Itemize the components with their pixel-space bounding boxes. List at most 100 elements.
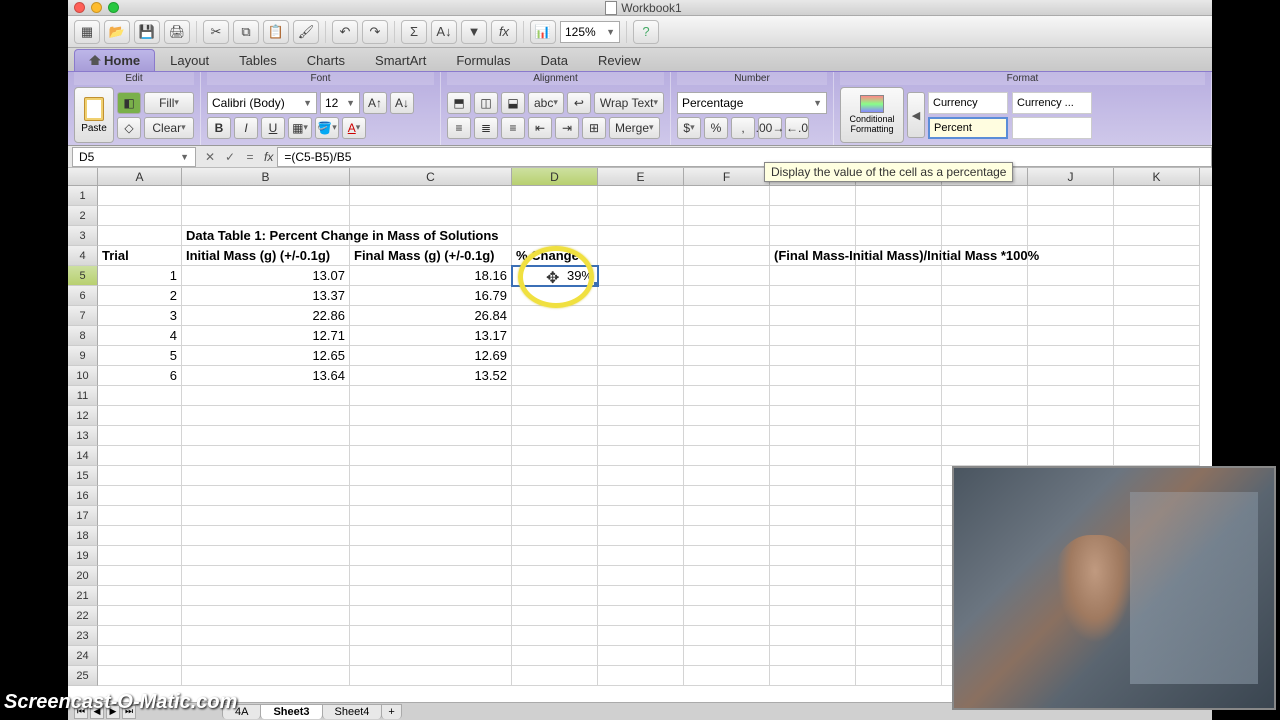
undo-button[interactable]: ↶	[332, 20, 358, 44]
cell-K2[interactable]	[1114, 206, 1200, 226]
cell-D15[interactable]	[512, 466, 598, 486]
col-header-e[interactable]: E	[598, 168, 684, 185]
cell-E4[interactable]	[598, 246, 684, 266]
cell-D24[interactable]	[512, 646, 598, 666]
cell-G12[interactable]	[770, 406, 856, 426]
autosum-button[interactable]: Σ	[401, 20, 427, 44]
cell-H22[interactable]	[856, 606, 942, 626]
cell-K11[interactable]	[1114, 386, 1200, 406]
cell-E13[interactable]	[598, 426, 684, 446]
cell-A4[interactable]: Trial	[98, 246, 182, 266]
cell-D18[interactable]	[512, 526, 598, 546]
row-header[interactable]: 3	[68, 226, 98, 246]
format-gallery-percent[interactable]: Percent	[928, 117, 1008, 139]
cell-B15[interactable]	[182, 466, 350, 486]
cell-B20[interactable]	[182, 566, 350, 586]
cell-A21[interactable]	[98, 586, 182, 606]
cell-J7[interactable]	[1028, 306, 1114, 326]
row-header[interactable]: 2	[68, 206, 98, 226]
cell-J1[interactable]	[1028, 186, 1114, 206]
row-header[interactable]: 23	[68, 626, 98, 646]
row-header[interactable]: 20	[68, 566, 98, 586]
fill-color-icon[interactable]: ◧	[117, 92, 141, 114]
row-header[interactable]: 14	[68, 446, 98, 466]
cell-C17[interactable]	[350, 506, 512, 526]
cell-D2[interactable]	[512, 206, 598, 226]
cell-H16[interactable]	[856, 486, 942, 506]
paste-button[interactable]: 📋	[263, 20, 289, 44]
cell-A10[interactable]: 6	[98, 366, 182, 386]
cell-I13[interactable]	[942, 426, 1028, 446]
cell-H14[interactable]	[856, 446, 942, 466]
cell-J10[interactable]	[1028, 366, 1114, 386]
cell-D4[interactable]: % Change	[512, 246, 598, 266]
cell-K3[interactable]	[1114, 226, 1200, 246]
cell-B3[interactable]: Data Table 1: Percent Change in Mass of …	[182, 226, 350, 246]
cell-E22[interactable]	[598, 606, 684, 626]
cell-C9[interactable]: 12.69	[350, 346, 512, 366]
cell-B14[interactable]	[182, 446, 350, 466]
cell-F13[interactable]	[684, 426, 770, 446]
cell-F15[interactable]	[684, 466, 770, 486]
cell-F24[interactable]	[684, 646, 770, 666]
row-header[interactable]: 21	[68, 586, 98, 606]
row-header[interactable]: 17	[68, 506, 98, 526]
cell-H15[interactable]	[856, 466, 942, 486]
cell-K7[interactable]	[1114, 306, 1200, 326]
cell-A12[interactable]	[98, 406, 182, 426]
cell-E11[interactable]	[598, 386, 684, 406]
cell-I10[interactable]	[942, 366, 1028, 386]
cell-K4[interactable]	[1114, 246, 1200, 266]
cell-H2[interactable]	[856, 206, 942, 226]
cell-C7[interactable]: 26.84	[350, 306, 512, 326]
formula-builder-button[interactable]: =	[240, 148, 260, 166]
increase-decimal-button[interactable]: .00→	[758, 117, 782, 139]
cell-J14[interactable]	[1028, 446, 1114, 466]
cell-K1[interactable]	[1114, 186, 1200, 206]
cell-C19[interactable]	[350, 546, 512, 566]
cell-B19[interactable]	[182, 546, 350, 566]
col-header-j[interactable]: J	[1028, 168, 1114, 185]
cell-E5[interactable]	[598, 266, 684, 286]
cell-E19[interactable]	[598, 546, 684, 566]
confirm-formula-button[interactable]: ✓	[220, 148, 240, 166]
cell-A20[interactable]	[98, 566, 182, 586]
tab-review[interactable]: Review	[583, 49, 656, 71]
sort-button[interactable]: A↓	[431, 20, 457, 44]
cell-D16[interactable]	[512, 486, 598, 506]
cell-J9[interactable]	[1028, 346, 1114, 366]
cell-F8[interactable]	[684, 326, 770, 346]
cell-I6[interactable]	[942, 286, 1028, 306]
cell-B13[interactable]	[182, 426, 350, 446]
align-top-button[interactable]: ⬒	[447, 92, 471, 114]
cell-F11[interactable]	[684, 386, 770, 406]
cell-D17[interactable]	[512, 506, 598, 526]
cell-B5[interactable]: 13.07	[182, 266, 350, 286]
cell-B6[interactable]: 13.37	[182, 286, 350, 306]
cell-A11[interactable]	[98, 386, 182, 406]
cell-F14[interactable]	[684, 446, 770, 466]
cell-F6[interactable]	[684, 286, 770, 306]
cell-H8[interactable]	[856, 326, 942, 346]
cell-I9[interactable]	[942, 346, 1028, 366]
cell-J6[interactable]	[1028, 286, 1114, 306]
cell-H6[interactable]	[856, 286, 942, 306]
cell-A3[interactable]	[98, 226, 182, 246]
cell-H18[interactable]	[856, 526, 942, 546]
col-header-d[interactable]: D	[512, 168, 598, 185]
add-sheet-button[interactable]: +	[381, 704, 401, 719]
align-center-button[interactable]: ≣	[474, 117, 498, 139]
cell-B7[interactable]: 22.86	[182, 306, 350, 326]
bold-button[interactable]: B	[207, 117, 231, 139]
col-header-k[interactable]: K	[1114, 168, 1200, 185]
cell-E2[interactable]	[598, 206, 684, 226]
cell-B24[interactable]	[182, 646, 350, 666]
cell-E18[interactable]	[598, 526, 684, 546]
cell-B8[interactable]: 12.71	[182, 326, 350, 346]
cell-F18[interactable]	[684, 526, 770, 546]
cell-C11[interactable]	[350, 386, 512, 406]
cell-J5[interactable]	[1028, 266, 1114, 286]
italic-button[interactable]: I	[234, 117, 258, 139]
cell-J3[interactable]	[1028, 226, 1114, 246]
cell-K6[interactable]	[1114, 286, 1200, 306]
